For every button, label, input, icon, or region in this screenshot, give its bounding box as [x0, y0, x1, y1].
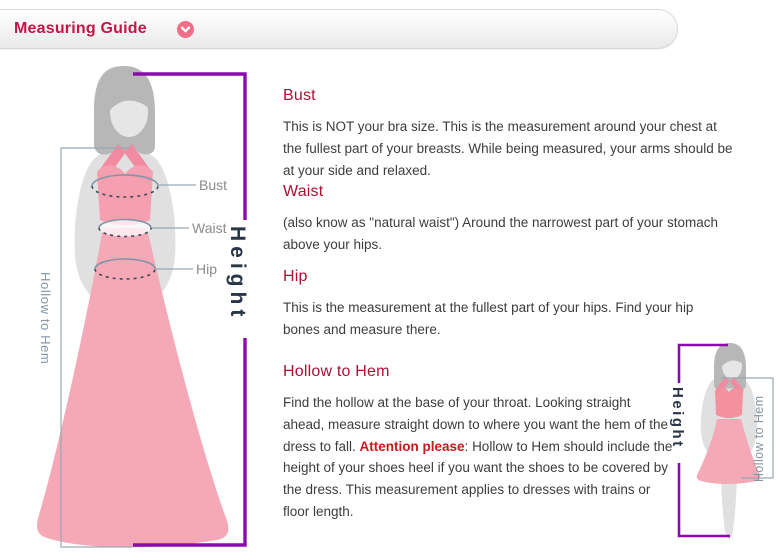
small-height-vertical-label: Height [669, 387, 686, 449]
measuring-guide-page: Measuring Guide Bust This is NOT your br… [0, 0, 778, 553]
measuring-guide-header[interactable]: Measuring Guide [0, 9, 678, 49]
hip-heading: Hip [283, 268, 308, 286]
small-figure-legs [721, 479, 737, 540]
bust-body: This is NOT your bra size. This is the m… [283, 116, 733, 181]
waist-diagram-label: Waist [192, 220, 226, 236]
height-vertical-label: Height [225, 226, 249, 321]
attention-label: Attention please [360, 439, 465, 454]
bust-heading: Bust [283, 87, 316, 105]
small-hollow-to-hem-vertical-label: Hollow to Hem [752, 396, 766, 482]
hollow-to-hem-body: Find the hollow at the base of your thro… [283, 392, 675, 523]
waist-body: (also know as "natural waist") Around th… [283, 212, 733, 256]
small-dress-bodice [715, 388, 743, 418]
waist-heading: Waist [283, 183, 323, 201]
chevron-down-icon[interactable] [177, 21, 194, 38]
big-measuring-figure: Bust Waist Hip Height Hollow to Hem [30, 60, 260, 553]
hollow-to-hem-vertical-label: Hollow to Hem [38, 272, 53, 364]
page-title: Measuring Guide [14, 20, 147, 38]
hollow-to-hem-heading: Hollow to Hem [283, 363, 390, 381]
hip-diagram-label: Hip [196, 261, 217, 277]
bust-diagram-label: Bust [199, 177, 227, 193]
small-measuring-figure: Height Hollow to Hem [655, 335, 778, 553]
attention-separator: : [465, 439, 473, 454]
